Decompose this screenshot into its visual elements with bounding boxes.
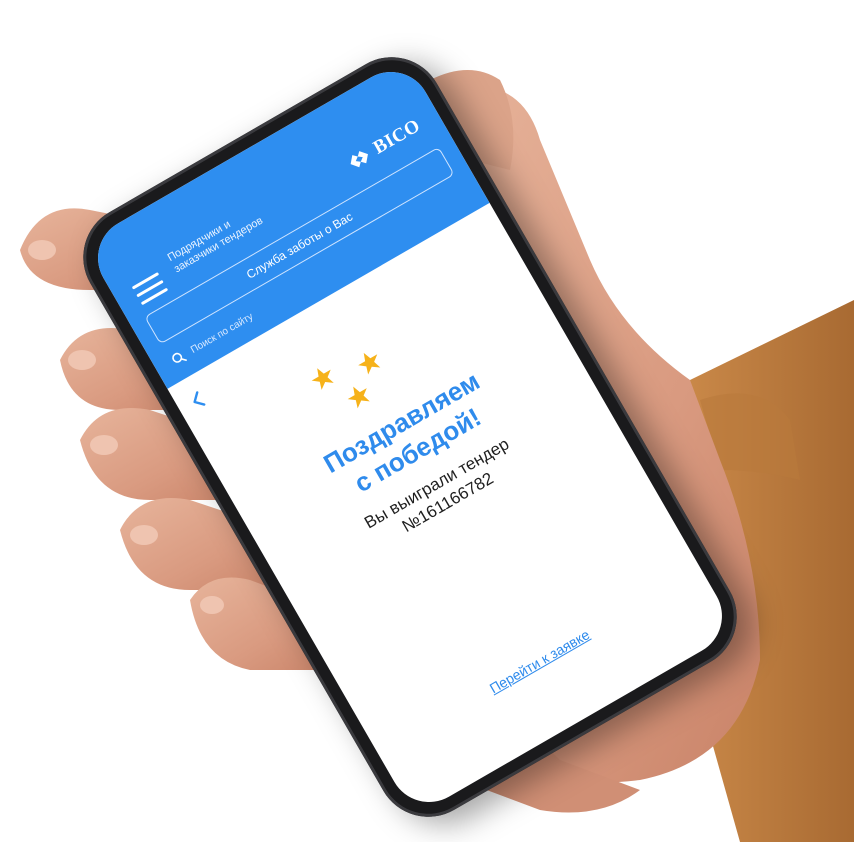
search-icon	[172, 352, 187, 363]
menu-icon[interactable]	[131, 272, 169, 306]
back-icon[interactable]	[188, 389, 209, 412]
star-icon	[347, 386, 370, 409]
logo-icon	[350, 150, 369, 167]
logo-text: BICO	[369, 115, 425, 159]
star-icon	[358, 352, 381, 375]
star-icon	[311, 368, 334, 390]
photo-scene: Подрядчики и заказчики тендеров BICO Слу…	[0, 0, 854, 842]
